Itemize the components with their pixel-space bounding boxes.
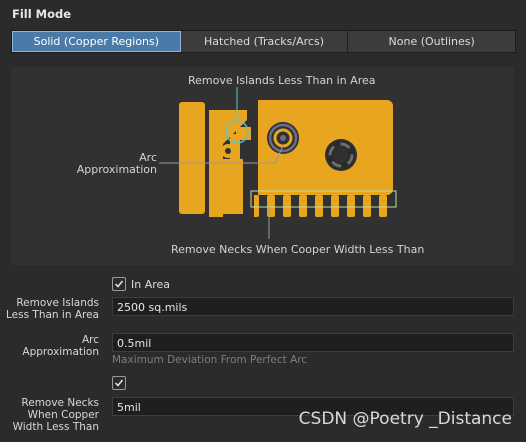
finger-3 — [283, 195, 291, 217]
necks-label-line3: Width Less Than — [12, 421, 99, 433]
necks-label-line2: When Copper — [27, 409, 99, 421]
remove-necks-checkbox[interactable] — [112, 376, 126, 390]
in-area-label: In Area — [131, 278, 171, 291]
islands-area-input[interactable]: 2500 sq.mils — [112, 297, 514, 316]
fill-mode-title: Fill Mode — [12, 7, 72, 21]
islands-label-line1: Remove Islands — [16, 297, 99, 309]
necks-label: Remove Necks When Copper Width Less Than — [0, 397, 99, 433]
fill-mode-diagram: Remove Islands Less Than in Area Arc App… — [11, 67, 514, 265]
finger-5 — [315, 195, 323, 217]
copper-lower-block — [218, 159, 244, 214]
diagram-label-islands: Remove Islands Less Than in Area — [188, 74, 376, 87]
fill-mode-solid-option[interactable]: Solid (Copper Regions) — [12, 31, 181, 52]
copper-shapes — [179, 100, 393, 217]
fill-mode-none-option[interactable]: None (Outlines) — [348, 31, 515, 52]
in-area-checkbox[interactable] — [112, 277, 126, 291]
checkmark-icon — [114, 379, 124, 387]
arc-approximation-label: Arc Approximation — [0, 334, 99, 358]
finger-7 — [347, 195, 355, 217]
polygon-pour-illustration: Remove Islands Less Than in Area Arc App… — [77, 74, 425, 256]
copper-left-block — [179, 102, 205, 214]
fill-mode-hatched-option[interactable]: Hatched (Tracks/Arcs) — [181, 31, 349, 52]
islands-label-line2: Less Than in Area — [6, 309, 99, 321]
islands-label: Remove Islands Less Than in Area — [0, 297, 99, 321]
arc-label-line2: Approximation — [22, 346, 99, 358]
finger-9 — [379, 195, 387, 217]
thermal-relief-pad — [325, 139, 357, 171]
finger-2 — [267, 195, 275, 217]
finger-4 — [299, 195, 307, 217]
watermark: CSDN @Poetry _Distance — [298, 409, 512, 429]
arc-label-line1: Arc — [81, 334, 99, 346]
arc-approximation-hint: Maximum Deviation From Perfect Arc — [112, 354, 308, 366]
checkmark-icon — [114, 280, 124, 288]
finger-6 — [331, 195, 339, 217]
finger-8 — [363, 195, 371, 217]
diagram-label-arc-2: Approximation — [77, 163, 157, 176]
fill-mode-selector: Solid (Copper Regions) Hatched (Tracks/A… — [11, 30, 516, 53]
necks-label-line1: Remove Necks — [21, 397, 99, 409]
copper-track-joint — [236, 127, 251, 140]
arc-approximation-input[interactable]: 0.5mil — [112, 333, 514, 352]
diagram-label-necks: Remove Necks When Cooper Width Less Than — [171, 243, 424, 256]
